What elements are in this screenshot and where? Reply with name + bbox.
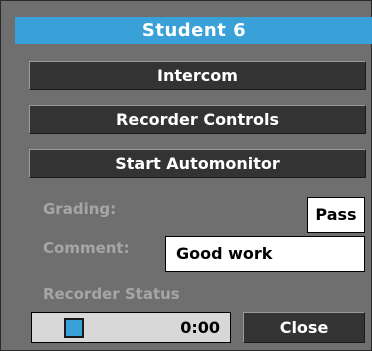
grading-field[interactable]: Pass — [307, 197, 365, 233]
intercom-button[interactable]: Intercom — [29, 61, 366, 90]
recorder-status-display: 0:00 — [31, 312, 231, 343]
comment-field[interactable]: Good work — [165, 236, 365, 272]
recorder-time: 0:00 — [180, 318, 220, 337]
recorder-status-label: Recorder Status — [43, 285, 180, 303]
start-automonitor-button[interactable]: Start Automonitor — [29, 149, 366, 178]
square-indicator-icon — [64, 318, 84, 338]
comment-label: Comment: — [43, 239, 130, 257]
grading-label: Grading: — [43, 200, 117, 218]
panel-title: Student 6 — [15, 17, 372, 44]
recorder-controls-button[interactable]: Recorder Controls — [29, 105, 366, 134]
close-button[interactable]: Close — [243, 312, 365, 343]
student-panel: Student 6 Intercom Recorder Controls Sta… — [0, 0, 372, 351]
